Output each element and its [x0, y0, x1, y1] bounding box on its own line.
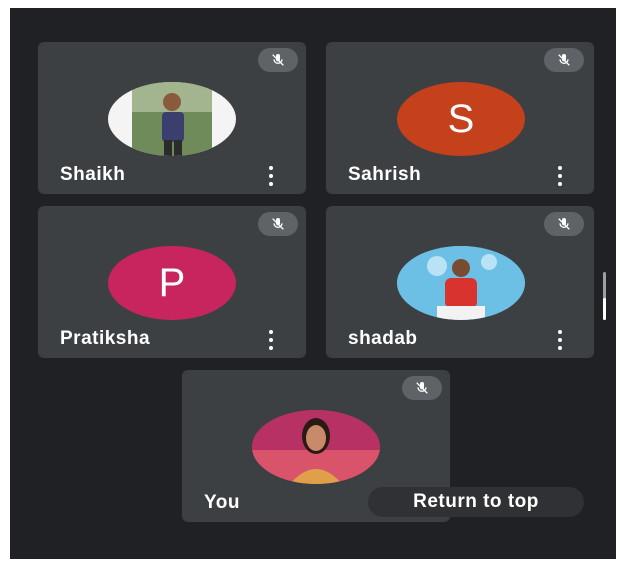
- avatar-photo: [252, 410, 380, 484]
- more-vert-icon[interactable]: [557, 330, 563, 350]
- more-vert-icon[interactable]: [557, 166, 563, 186]
- mic-off-icon: [258, 212, 298, 236]
- participant-tile-shaikh[interactable]: Shaikh: [38, 42, 306, 194]
- participant-name: Shaikh: [60, 164, 126, 185]
- participant-tile-sahrish[interactable]: S Sahrish: [326, 42, 594, 194]
- participant-name: Sahrish: [348, 164, 422, 185]
- return-to-top-button[interactable]: Return to top: [368, 487, 584, 517]
- avatar-photo: [397, 246, 525, 320]
- participant-name: shadab: [348, 328, 418, 349]
- avatar-letter-text: P: [158, 261, 186, 305]
- participant-tile-shadab[interactable]: shadab: [326, 206, 594, 358]
- scrollbar-thumb[interactable]: [603, 298, 606, 320]
- mic-off-icon: [402, 376, 442, 400]
- participant-name: Pratiksha: [60, 328, 151, 349]
- avatar-photo: [108, 82, 236, 156]
- more-vert-icon[interactable]: [268, 166, 274, 186]
- participant-name: You: [204, 492, 240, 513]
- avatar-letter: P: [108, 246, 236, 320]
- avatar-letter-text: S: [447, 97, 475, 141]
- mic-off-icon: [544, 48, 584, 72]
- mic-off-icon: [258, 48, 298, 72]
- avatar-letter: S: [397, 82, 525, 156]
- more-vert-icon[interactable]: [268, 330, 274, 350]
- meeting-grid-screen: Shaikh S Sahrish P Pratiksha shadab You …: [10, 8, 616, 559]
- participant-tile-pratiksha[interactable]: P Pratiksha: [38, 206, 306, 358]
- mic-off-icon: [544, 212, 584, 236]
